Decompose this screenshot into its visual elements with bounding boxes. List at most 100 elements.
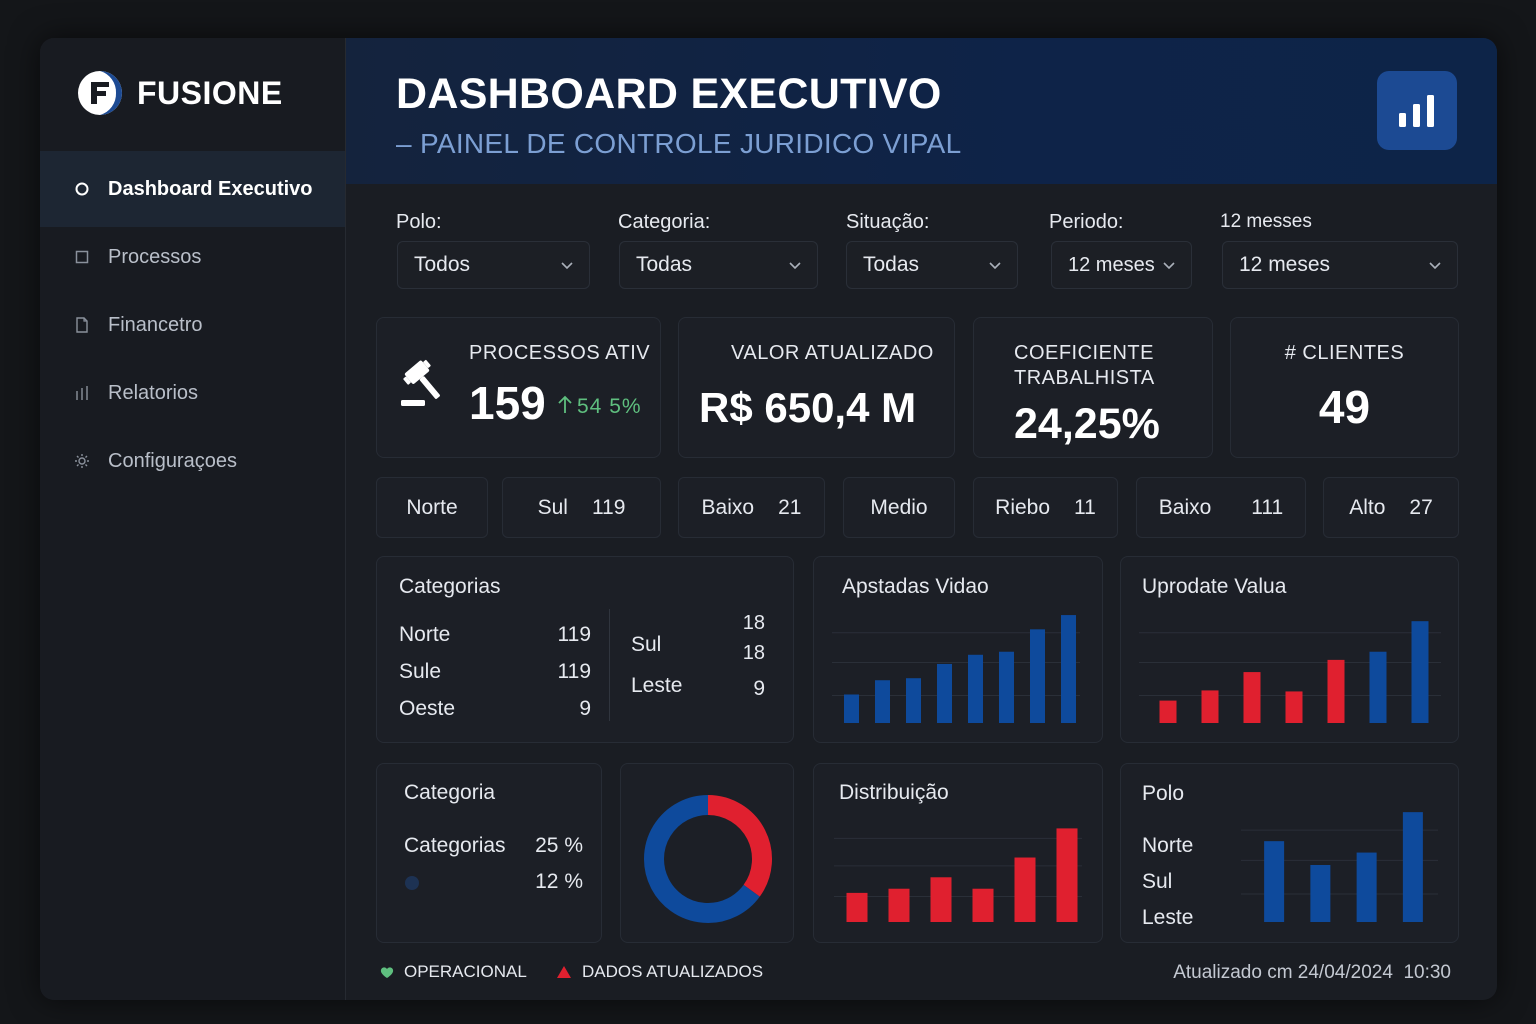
chart-bar (888, 888, 910, 922)
categorias-title: Categorias (399, 575, 501, 598)
pill-value: 111 (1251, 495, 1284, 519)
categorias-row-value: 119 (557, 660, 591, 683)
categorias-row-value: 119 (557, 623, 591, 646)
kpi-valor-label: VALOR ATUALIZADO (731, 342, 934, 364)
bar-chart-icon (1399, 94, 1434, 127)
sidebar: FUSIONE Dashboard Executivo Processos Fi… (40, 38, 346, 1000)
filter-situacao-select[interactable]: Todas (846, 241, 1018, 289)
pill-sul[interactable]: Sul 119 (502, 477, 661, 538)
chart-bar (1310, 865, 1331, 922)
pill-label: Baixo (701, 495, 755, 519)
chevron-down-icon (1163, 262, 1175, 270)
chevron-down-icon (561, 262, 573, 270)
chart-card-apstadas: Apstadas Vidao (813, 556, 1103, 743)
pill-label: Sul (537, 495, 568, 519)
kpi-processos-card: PROCESSOS ATIV 159 54 5% (376, 317, 661, 458)
page-title: DASHBOARD EXECUTIVO (396, 70, 942, 118)
chart-bar (844, 694, 859, 723)
filter-situacao-value: Todas (863, 253, 920, 276)
pill-label: Baixo (1158, 495, 1212, 519)
donut-slice (707, 795, 772, 897)
app-window: FUSIONE Dashboard Executivo Processos Fi… (40, 38, 1497, 1000)
polo-label: Leste (1142, 906, 1194, 929)
logo: FUSIONE (77, 68, 283, 118)
square-icon (74, 249, 90, 265)
chart-bar (930, 877, 952, 922)
polo-title: Polo (1142, 782, 1185, 805)
chart-bar (1411, 621, 1429, 723)
chevron-down-icon (789, 262, 801, 270)
categorias-row-label: Oeste (399, 697, 456, 720)
filter-categoria-label: Categoria: (618, 211, 711, 233)
page-header: DASHBOARD EXECUTIVO – PAINEL DE CONTROLE… (346, 38, 1497, 184)
kpi-coeficiente-label-1: COEFICIENTE (1014, 342, 1154, 364)
bar-chart-uprodate (1139, 621, 1441, 723)
pill-baixo-2[interactable]: Baixo 111 (1136, 477, 1306, 538)
chart-bar (846, 892, 868, 922)
sidebar-item-relatorios[interactable]: Relatorios (40, 355, 345, 431)
sidebar-item-financetro[interactable]: Financetro (40, 287, 345, 363)
chart-title: Uprodate Valua (1142, 575, 1287, 598)
chart-bar (875, 680, 890, 723)
pill-medio[interactable]: Medio (843, 477, 955, 538)
filter-periodo-label: Periodo: (1049, 211, 1124, 233)
chart-bar (1285, 691, 1303, 723)
triangle-alert-icon (557, 966, 571, 978)
filter-categoria-select[interactable]: Todas (619, 241, 818, 289)
kpi-valor-value: R$ 650,4 M (699, 384, 917, 431)
categorias-row-label: Leste (631, 674, 683, 697)
main-content: DASHBOARD EXECUTIVO – PAINEL DE CONTROLE… (346, 38, 1497, 1000)
pill-label: Alto (1349, 495, 1386, 519)
polo-label: Norte (1142, 834, 1194, 857)
chart-bar (937, 663, 952, 723)
gear-icon (74, 453, 90, 469)
pill-label: Medio (870, 495, 928, 519)
status-operacional: OPERACIONAL (380, 962, 527, 982)
status-operacional-label: OPERACIONAL (404, 962, 527, 981)
status-dados: DADOS ATUALIZADOS (556, 962, 763, 982)
filter-periodo-value: 12 meses (1068, 253, 1155, 276)
fusione-logo-icon (78, 71, 122, 115)
categoria-card: Categoria Categorias 25 % 12 % (376, 763, 602, 943)
sidebar-item-label: Configuraçoes (108, 449, 237, 472)
chart-bar (1264, 841, 1285, 922)
gavel-icon (401, 359, 440, 406)
filter-extra-value: 12 meses (1239, 253, 1331, 276)
sidebar-item-label: Financetro (108, 313, 203, 336)
pill-riebo[interactable]: Riebo 11 (973, 477, 1118, 538)
filter-extra-label: 12 messes (1220, 211, 1312, 232)
legend-dot (405, 876, 419, 890)
pill-baixo[interactable]: Baixo 21 (678, 477, 825, 538)
analytics-button[interactable] (1377, 71, 1457, 150)
filter-extra-select[interactable]: 12 meses (1222, 241, 1458, 289)
kpi-clientes-value: 49 (1318, 381, 1371, 433)
chart-title: Distribuição (839, 781, 949, 804)
sidebar-item-configuracoes[interactable]: Configuraçoes (40, 423, 345, 499)
pill-value: 27 (1409, 495, 1433, 519)
filter-categoria-value: Todas (636, 253, 693, 276)
polo-label: Sul (1142, 870, 1173, 893)
kpi-processos-value: 159 (469, 377, 546, 429)
page-subtitle: – PAINEL DE CONTROLE JURIDICO VIPAL (396, 128, 962, 159)
sidebar-item-dashboard[interactable]: Dashboard Executivo (40, 151, 345, 227)
heart-icon (380, 966, 394, 978)
polo-card: Polo Norte Sul Leste (1120, 763, 1459, 943)
arrow-up-icon (558, 395, 572, 413)
categorias-card: Categorias Norte 119 Sule 119 Oeste 9 18… (376, 556, 794, 743)
divider (609, 609, 610, 721)
chart-card-distribuicao: Distribuição (813, 763, 1103, 943)
pill-alto[interactable]: Alto 27 (1323, 477, 1459, 538)
chart-title: Apstadas Vidao (842, 575, 989, 598)
categorias-row-value: 18 (742, 612, 765, 634)
pill-value: 11 (1074, 495, 1096, 519)
chart-bar (906, 678, 921, 723)
pill-norte[interactable]: Norte (376, 477, 488, 538)
kpi-processos-delta: 54 5% (577, 395, 642, 418)
pill-label: Norte (406, 495, 458, 519)
filter-periodo-select[interactable]: 12 meses (1051, 241, 1192, 289)
categorias-row-label: Norte (399, 623, 451, 646)
filter-polo-select[interactable]: Todos (397, 241, 590, 289)
kpi-valor-card: VALOR ATUALIZADO R$ 650,4 M (678, 317, 955, 458)
sidebar-item-processos[interactable]: Processos (40, 219, 345, 295)
chart-bar (972, 888, 994, 922)
